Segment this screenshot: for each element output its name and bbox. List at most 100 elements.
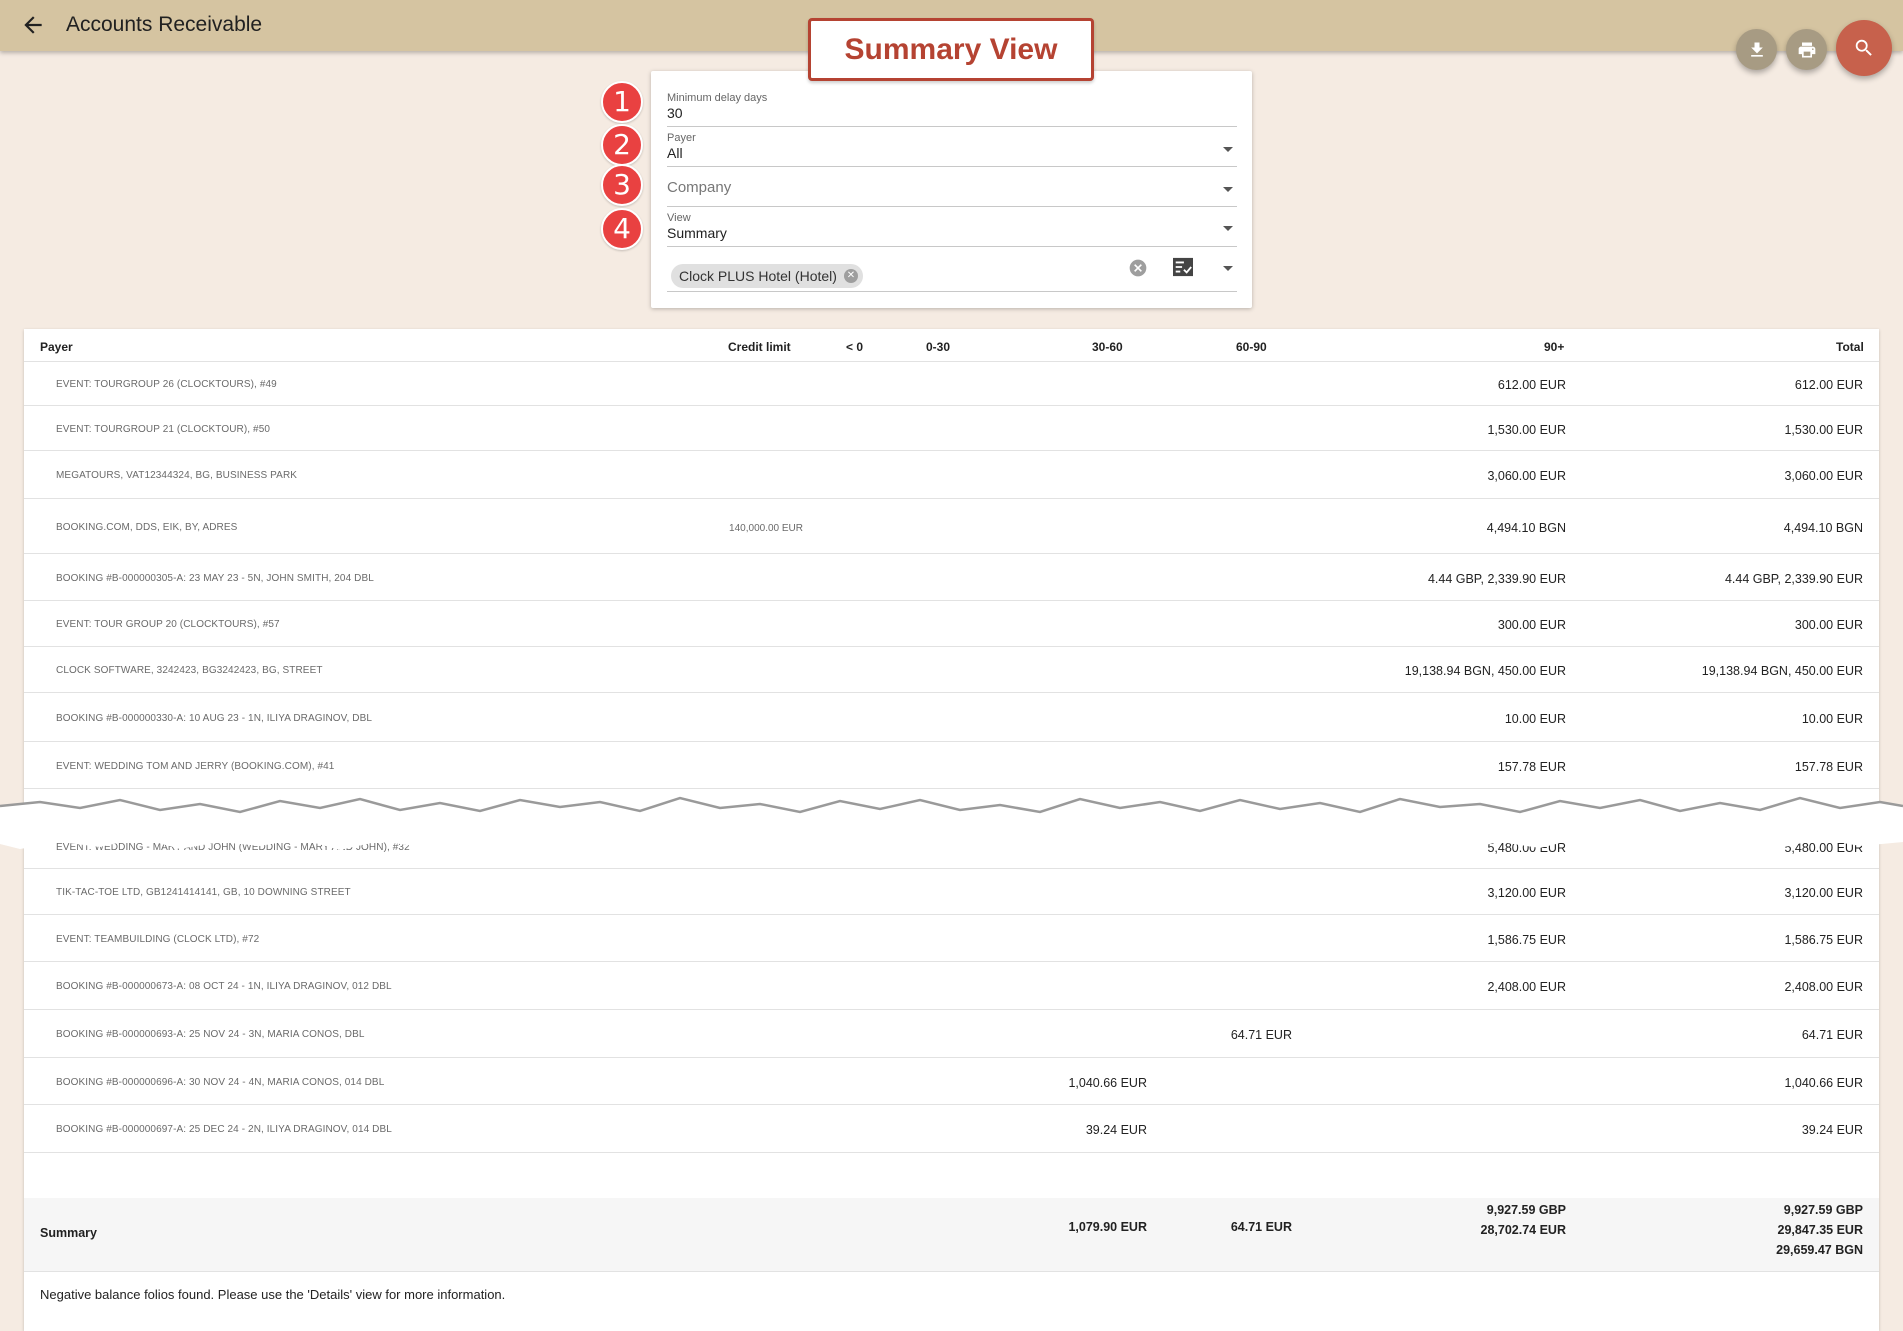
aging-30-60-cell: 39.24 EUR [1085, 1123, 1147, 1137]
header-60-90[interactable]: 60-90 [1236, 340, 1267, 354]
torn-edge-divider [0, 796, 1903, 850]
min-delay-value: 30 [667, 105, 683, 121]
company-placeholder: Company [667, 179, 732, 196]
payer-cell: EVENT: TOURGROUP 21 (CLOCKTOUR), #50 [56, 424, 271, 435]
table-row[interactable]: EVENT: TOUR GROUP 20 (CLOCKTOURS), #57 30… [24, 601, 1879, 647]
payer-cell: EVENT: TOUR GROUP 20 (CLOCKTOURS), #57 [56, 619, 280, 630]
aging-90-plus-cell: 612.00 EUR [1497, 378, 1566, 392]
header-lt0[interactable]: < 0 [846, 340, 863, 354]
table-header: Payer Credit limit < 0 0-30 30-60 60-90 … [24, 329, 1879, 362]
table-row[interactable]: CLOCK SOFTWARE, 3242423, BG3242423, BG, … [24, 647, 1879, 693]
table-row[interactable]: BOOKING #B-000000305-A: 23 MAY 23 - 5N, … [24, 554, 1879, 601]
payer-cell: BOOKING #B-000000697-A: 25 DEC 24 - 2N, … [56, 1124, 392, 1135]
aging-30-60-cell: 1,040.66 EUR [1068, 1076, 1147, 1090]
step-badge-2: 2 [601, 124, 643, 166]
summary-90-plus: 9,927.59 GBP 28,702.74 EUR [1481, 1200, 1566, 1240]
summary-30-60: 1,079.90 EUR [1068, 1220, 1147, 1234]
table-row[interactable]: BOOKING.COM, DDS, EIK, BY, ADRES 140,000.… [24, 499, 1879, 554]
payer-cell: CLOCK SOFTWARE, 3242423, BG3242423, BG, … [56, 665, 323, 676]
property-chip[interactable]: Clock PLUS Hotel (Hotel) ✕ [671, 264, 863, 288]
table-row[interactable]: BOOKING #B-000000697-A: 25 DEC 24 - 2N, … [24, 1105, 1879, 1153]
aging-90-plus-cell: 1,530.00 EUR [1487, 423, 1566, 437]
print-button[interactable] [1786, 29, 1827, 70]
payer-cell: BOOKING #B-000000330-A: 10 AUG 23 - 1N, … [56, 713, 373, 724]
summary-60-90: 64.71 EUR [1230, 1220, 1292, 1234]
payer-cell: BOOKING #B-000000305-A: 23 MAY 23 - 5N, … [56, 573, 374, 584]
aging-90-plus-cell: 1,586.75 EUR [1487, 933, 1566, 947]
aging-90-plus-cell: 3,060.00 EUR [1487, 469, 1566, 483]
table-row[interactable]: EVENT: TOURGROUP 26 (CLOCKTOURS), #49 612… [24, 362, 1879, 406]
summary-row: Summary 1,079.90 EUR 64.71 EUR 9,927.59 … [24, 1198, 1879, 1272]
summary-label: Summary [40, 1226, 97, 1240]
aging-90-plus-cell: 157.78 EUR [1497, 760, 1566, 774]
header-credit-limit[interactable]: Credit limit [728, 340, 791, 354]
total-cell: 1,530.00 EUR [1784, 423, 1863, 437]
summary-total-bgn: 29,659.47 BGN [1776, 1243, 1863, 1257]
filter-panel: Minimum delay days 30 Payer All Company … [651, 71, 1252, 308]
total-cell: 64.71 EUR [1801, 1028, 1863, 1042]
search-icon [1855, 39, 1872, 56]
header-90-plus[interactable]: 90+ [1544, 340, 1564, 354]
view-label: View [667, 212, 691, 224]
chevron-down-icon[interactable] [1223, 187, 1233, 192]
total-cell: 4,494.10 BGN [1783, 521, 1863, 535]
aging-60-90-cell: 64.71 EUR [1230, 1028, 1292, 1042]
table-row[interactable]: TIK-TAC-TOE LTD, GB1241414141, GB, 10 DO… [24, 869, 1879, 915]
company-select[interactable]: Company [667, 169, 1237, 207]
credit-limit-cell: 140,000.00 EUR [729, 523, 803, 534]
table-row[interactable]: EVENT: TOURGROUP 21 (CLOCKTOUR), #50 1,53… [24, 406, 1879, 451]
aging-90-plus-cell: 19,138.94 BGN, 450.00 EUR [1404, 664, 1566, 678]
negative-balance-note: Negative balance folios found. Please us… [40, 1287, 506, 1302]
summary-view-callout: Summary View [808, 18, 1094, 81]
table-row[interactable]: BOOKING #B-000000673-A: 08 OCT 24 - 1N, … [24, 962, 1879, 1010]
total-cell: 39.24 EUR [1801, 1123, 1863, 1137]
total-cell: 19,138.94 BGN, 450.00 EUR [1701, 664, 1863, 678]
payer-cell: EVENT: WEDDING TOM AND JERRY (BOOKING.CO… [56, 761, 335, 772]
total-cell: 3,120.00 EUR [1784, 886, 1863, 900]
download-icon [1750, 42, 1763, 57]
property-chip-label: Clock PLUS Hotel (Hotel) [679, 268, 837, 284]
header-payer[interactable]: Payer [40, 340, 73, 354]
payer-select[interactable]: Payer All [667, 129, 1237, 167]
total-cell: 10.00 EUR [1801, 712, 1863, 726]
chip-remove-icon[interactable]: ✕ [843, 269, 858, 283]
view-value: Summary [667, 225, 727, 241]
payer-cell: BOOKING #B-000000673-A: 08 OCT 24 - 1N, … [56, 981, 392, 992]
summary-total-gbp: 9,927.59 GBP [1783, 1203, 1863, 1217]
summary-90-plus-gbp: 9,927.59 GBP [1486, 1203, 1566, 1217]
total-cell: 1,586.75 EUR [1784, 933, 1863, 947]
table-row[interactable]: BOOKING #B-000000696-A: 30 NOV 24 - 4N, … [24, 1058, 1879, 1105]
chevron-down-icon[interactable] [1223, 226, 1233, 231]
view-select[interactable]: View Summary [667, 209, 1237, 247]
total-cell: 157.78 EUR [1794, 760, 1863, 774]
aging-90-plus-cell: 3,120.00 EUR [1487, 886, 1566, 900]
search-button[interactable] [1836, 20, 1892, 76]
select-all-icon[interactable] [1172, 257, 1194, 277]
total-cell: 3,060.00 EUR [1784, 469, 1863, 483]
property-select[interactable]: Clock PLUS Hotel (Hotel) ✕ [667, 249, 1237, 292]
header-total[interactable]: Total [1836, 340, 1864, 354]
total-cell: 1,040.66 EUR [1784, 1076, 1863, 1090]
aging-90-plus-cell: 4.44 GBP, 2,339.90 EUR [1427, 572, 1566, 586]
total-cell: 4.44 GBP, 2,339.90 EUR [1724, 572, 1863, 586]
table-row[interactable]: BOOKING #B-000000693-A: 25 NOV 24 - 3N, … [24, 1010, 1879, 1058]
min-delay-label: Minimum delay days [667, 92, 768, 104]
header-0-30[interactable]: 0-30 [926, 340, 950, 354]
print-icon [1798, 42, 1815, 57]
table-row[interactable]: EVENT: TEAMBUILDING (CLOCK LTD), #72 1,58… [24, 915, 1879, 962]
back-arrow-icon[interactable] [20, 12, 46, 38]
table-row[interactable]: EVENT: WEDDING TOM AND JERRY (BOOKING.CO… [24, 742, 1879, 789]
table-row[interactable]: MEGATOURS, VAT12344324, BG, BUSINESS PAR… [24, 451, 1879, 499]
summary-90-plus-eur: 28,702.74 EUR [1480, 1223, 1566, 1237]
chevron-down-icon[interactable] [1223, 147, 1233, 152]
step-badge-4: 4 [601, 208, 643, 250]
table-row[interactable]: BOOKING #B-000000330-A: 10 AUG 23 - 1N, … [24, 693, 1879, 742]
chevron-down-icon[interactable] [1223, 266, 1233, 271]
min-delay-field[interactable]: Minimum delay days 30 [667, 89, 1237, 127]
payer-cell: EVENT: TEAMBUILDING (CLOCK LTD), #72 [56, 934, 260, 945]
clear-icon[interactable] [1128, 258, 1148, 278]
page-title: Accounts Receivable [66, 13, 263, 36]
payer-cell: BOOKING #B-000000693-A: 25 NOV 24 - 3N, … [56, 1029, 365, 1040]
header-30-60[interactable]: 30-60 [1092, 340, 1123, 354]
download-button[interactable] [1736, 29, 1777, 70]
